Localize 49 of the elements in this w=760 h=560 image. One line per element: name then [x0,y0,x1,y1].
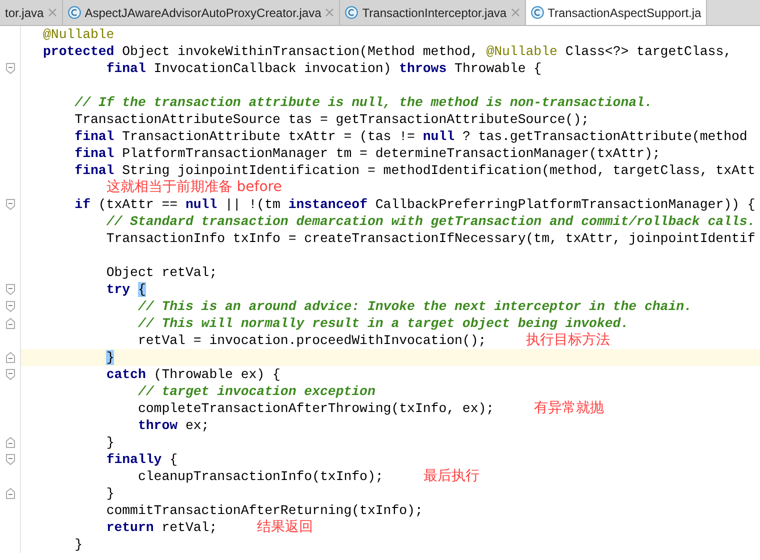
code-line: protected Object invokeWithinTransaction(Method method, @Nullable Class<?> targetClass, [43,43,732,60]
close-icon[interactable] [48,8,57,17]
code-line: } [105,434,114,451]
fold-marker-icon[interactable] [6,437,14,448]
code-line: TransactionInfo txInfo = createTransactionIfNecessary(tm, txAttr, joinpointIdentif [105,230,756,247]
close-icon[interactable] [510,8,520,17]
code-line: Object retVal; [105,264,218,281]
fold-marker-icon[interactable] [6,454,14,465]
code-line: catch (Throwable ex) { [105,366,280,383]
code-line: try { [105,281,146,298]
code-line: final TransactionAttribute txAttr = (tas != null ? tas.getTransactionAttribute(method [74,128,748,145]
code-line: final InvocationCallback invocation) throws Throwable { [105,60,542,77]
editor-tab[interactable]: AspectJAwareAdvisorAutoProxyCreator.java [62,0,340,25]
fold-marker-icon[interactable] [6,199,14,210]
annotation-note: 最后执行 [423,468,480,485]
code-line: // This will normally result in a target object being invoked. [136,315,629,332]
fold-marker-icon[interactable] [6,284,14,295]
close-icon[interactable] [325,8,334,17]
code-line: // target invocation exception [136,383,376,400]
code-line: // This is an around advice: Invoke the next interceptor in the chain. [136,298,692,315]
code-line: TransactionAttributeSource tas = getTransactionAttributeSource(); [74,111,590,128]
code-line: // If the transaction attribute is null, the method is non-transactional. [74,94,652,111]
annotation-note: 这就相当于前期准备 before [106,179,282,196]
code-line: cleanupTransactionInfo(txInfo); [136,468,384,485]
annotation-note: 结果返回 [257,519,314,536]
editor-tab[interactable]: TransactionInterceptor.java [340,0,526,25]
code-line: retVal = invocation.proceedWithInvocation(); [136,332,486,349]
code-line: } [74,536,83,553]
code-line: throw ex; [136,417,210,434]
code-line: } [105,485,114,502]
fold-marker-icon[interactable] [6,318,14,329]
code-line: return retVal; [105,519,218,536]
annotation-note: 有异常就抛 [534,400,604,417]
annotation-note: 执行目标方法 [526,332,610,349]
code-line: commitTransactionAfterReturning(txInfo); [105,502,423,519]
fold-marker-icon[interactable] [6,369,14,380]
code-line: finally { [105,451,178,468]
code-line: @Nullable [43,26,114,43]
fold-marker-icon[interactable] [6,63,14,74]
code-line: if (txAttr == null || !(tm instanceof CallbackPreferringPlatformTransactionManager)) { [74,196,756,213]
fold-marker-icon[interactable] [6,301,14,312]
fold-marker-icon[interactable] [6,352,14,363]
code-line: completeTransactionAfterThrowing(txInfo, ex); [136,400,494,417]
code-line: final PlatformTransactionManager tm = determineTransactionManager(txAttr); [74,145,660,162]
editor-tab[interactable]: tor.java [0,0,63,25]
code-line: // Standard transaction demarcation with getTransaction and commit/rollback calls. [105,213,756,230]
code-line: final String joinpointIdentification = methodIdentification(method, targetClass, txAtt [74,162,756,179]
fold-marker-icon[interactable] [6,488,14,499]
editor-tab[interactable]: TransactionAspectSupport.ja [526,0,708,25]
